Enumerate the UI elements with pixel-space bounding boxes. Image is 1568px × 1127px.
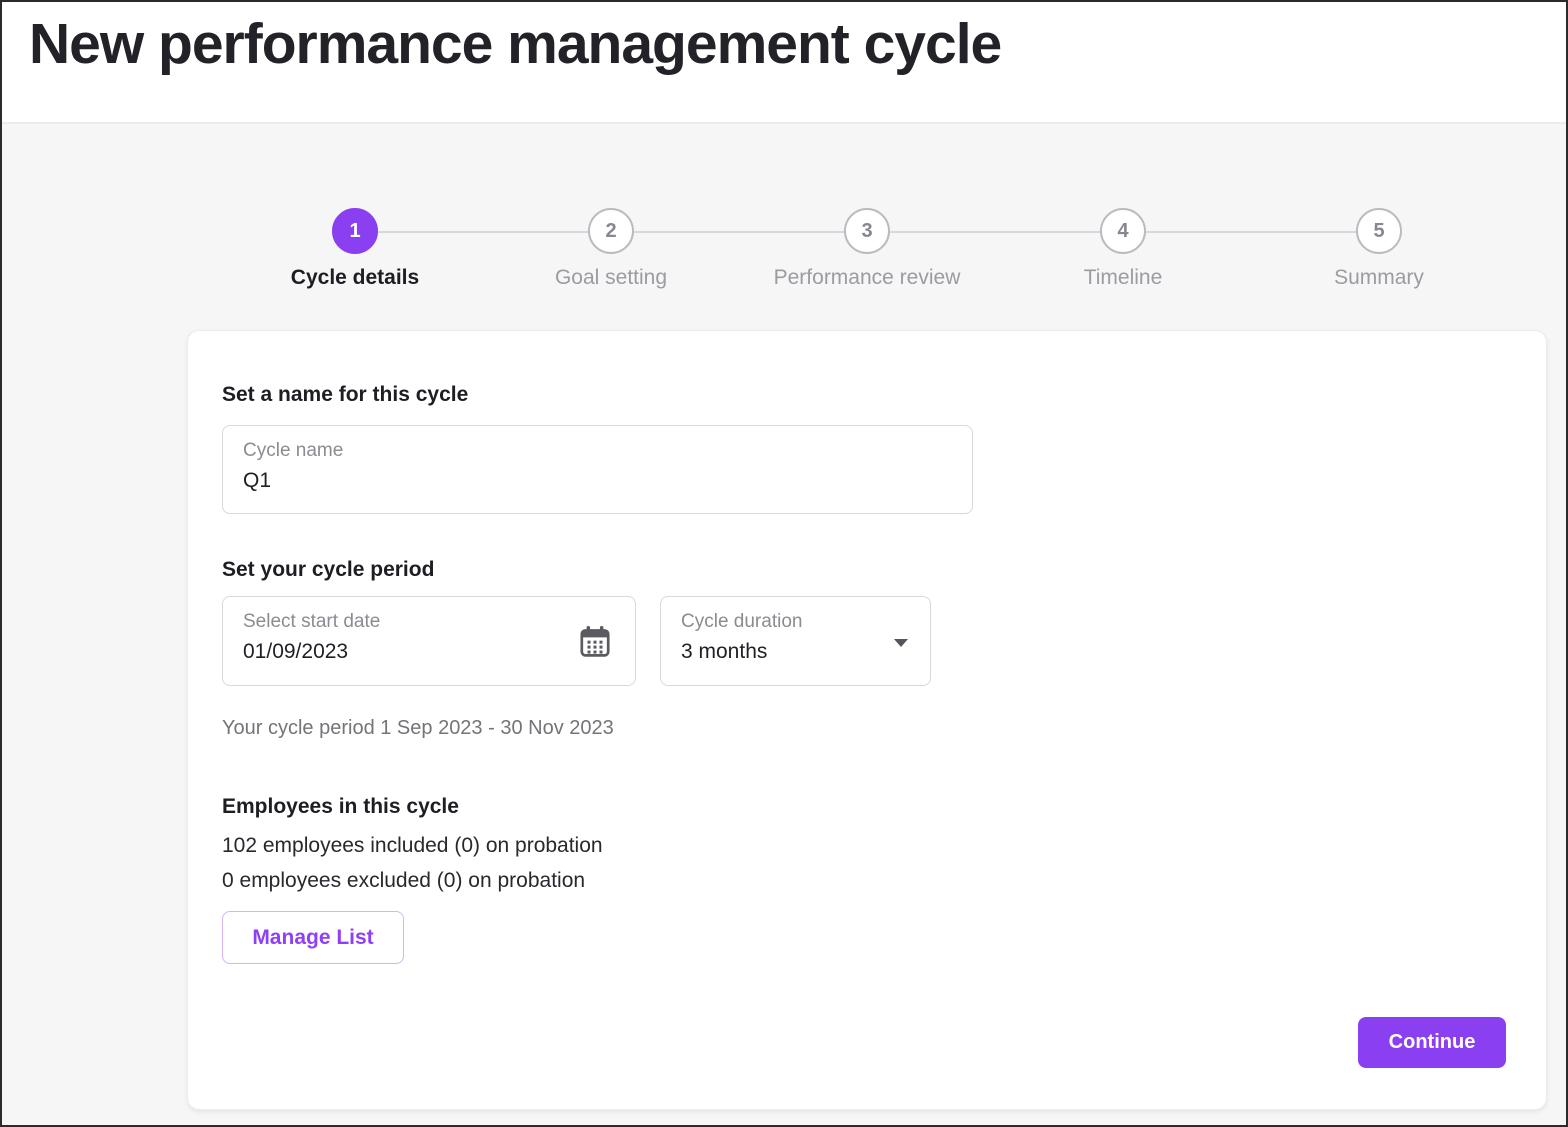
stepper-step-summary[interactable]: 5 Summary — [1146, 208, 1507, 290]
stepper: 1 Cycle details 2 Goal setting 3 Perform… — [187, 208, 1547, 290]
step-label: Timeline — [1083, 266, 1163, 289]
cycle-duration-dropdown[interactable]: Cycle duration 3 months — [660, 596, 931, 686]
name-section-heading: Set a name for this cycle — [222, 383, 469, 406]
cycle-name-input[interactable] — [243, 469, 811, 493]
step-number-badge: 3 — [844, 208, 890, 254]
stepper-step-cycle-details[interactable]: 1 Cycle details — [227, 208, 483, 290]
start-date-input[interactable] — [243, 640, 541, 664]
calendar-icon[interactable] — [577, 623, 613, 661]
manage-list-button[interactable]: Manage List — [222, 911, 404, 964]
page-header: New performance management cycle — [2, 2, 1566, 124]
stepper-step-performance-review[interactable]: 3 Performance review — [634, 208, 995, 290]
cycle-duration-value: 3 months — [681, 640, 768, 663]
stepper-step-timeline[interactable]: 4 Timeline — [890, 208, 1251, 290]
cycle-name-field[interactable]: Cycle name — [222, 425, 973, 514]
step-label: Summary — [1334, 266, 1424, 289]
step-number-badge: 5 — [1356, 208, 1402, 254]
stepper-step-goal-setting[interactable]: 2 Goal setting — [378, 208, 739, 290]
employees-excluded-text: 0 employees excluded (0) on probation — [222, 869, 586, 892]
period-section-heading: Set your cycle period — [222, 558, 435, 581]
step-number-badge: 2 — [588, 208, 634, 254]
step-number-badge: 1 — [332, 208, 378, 254]
continue-button[interactable]: Continue — [1358, 1017, 1506, 1068]
page-title: New performance management cycle — [29, 12, 1002, 76]
step-number-badge: 4 — [1100, 208, 1146, 254]
period-summary-text: Your cycle period 1 Sep 2023 - 30 Nov 20… — [222, 717, 614, 739]
app-window: New performance management cycle 1 Cycle… — [0, 0, 1568, 1127]
period-fields-row: Select start date Cycle duration 3 mon — [222, 596, 1512, 686]
start-date-label: Select start date — [243, 611, 381, 632]
cycle-details-card: Set a name for this cycle Cycle name Set… — [187, 330, 1547, 1110]
step-label: Cycle details — [290, 266, 420, 289]
start-date-field[interactable]: Select start date — [222, 596, 636, 686]
cycle-duration-label: Cycle duration — [681, 611, 803, 632]
employees-section-heading: Employees in this cycle — [222, 795, 459, 818]
employees-included-text: 102 employees included (0) on probation — [222, 834, 603, 857]
step-label: Performance review — [773, 266, 961, 289]
cycle-name-label: Cycle name — [243, 440, 344, 461]
chevron-down-icon[interactable] — [894, 639, 908, 647]
step-label: Goal setting — [554, 266, 668, 289]
